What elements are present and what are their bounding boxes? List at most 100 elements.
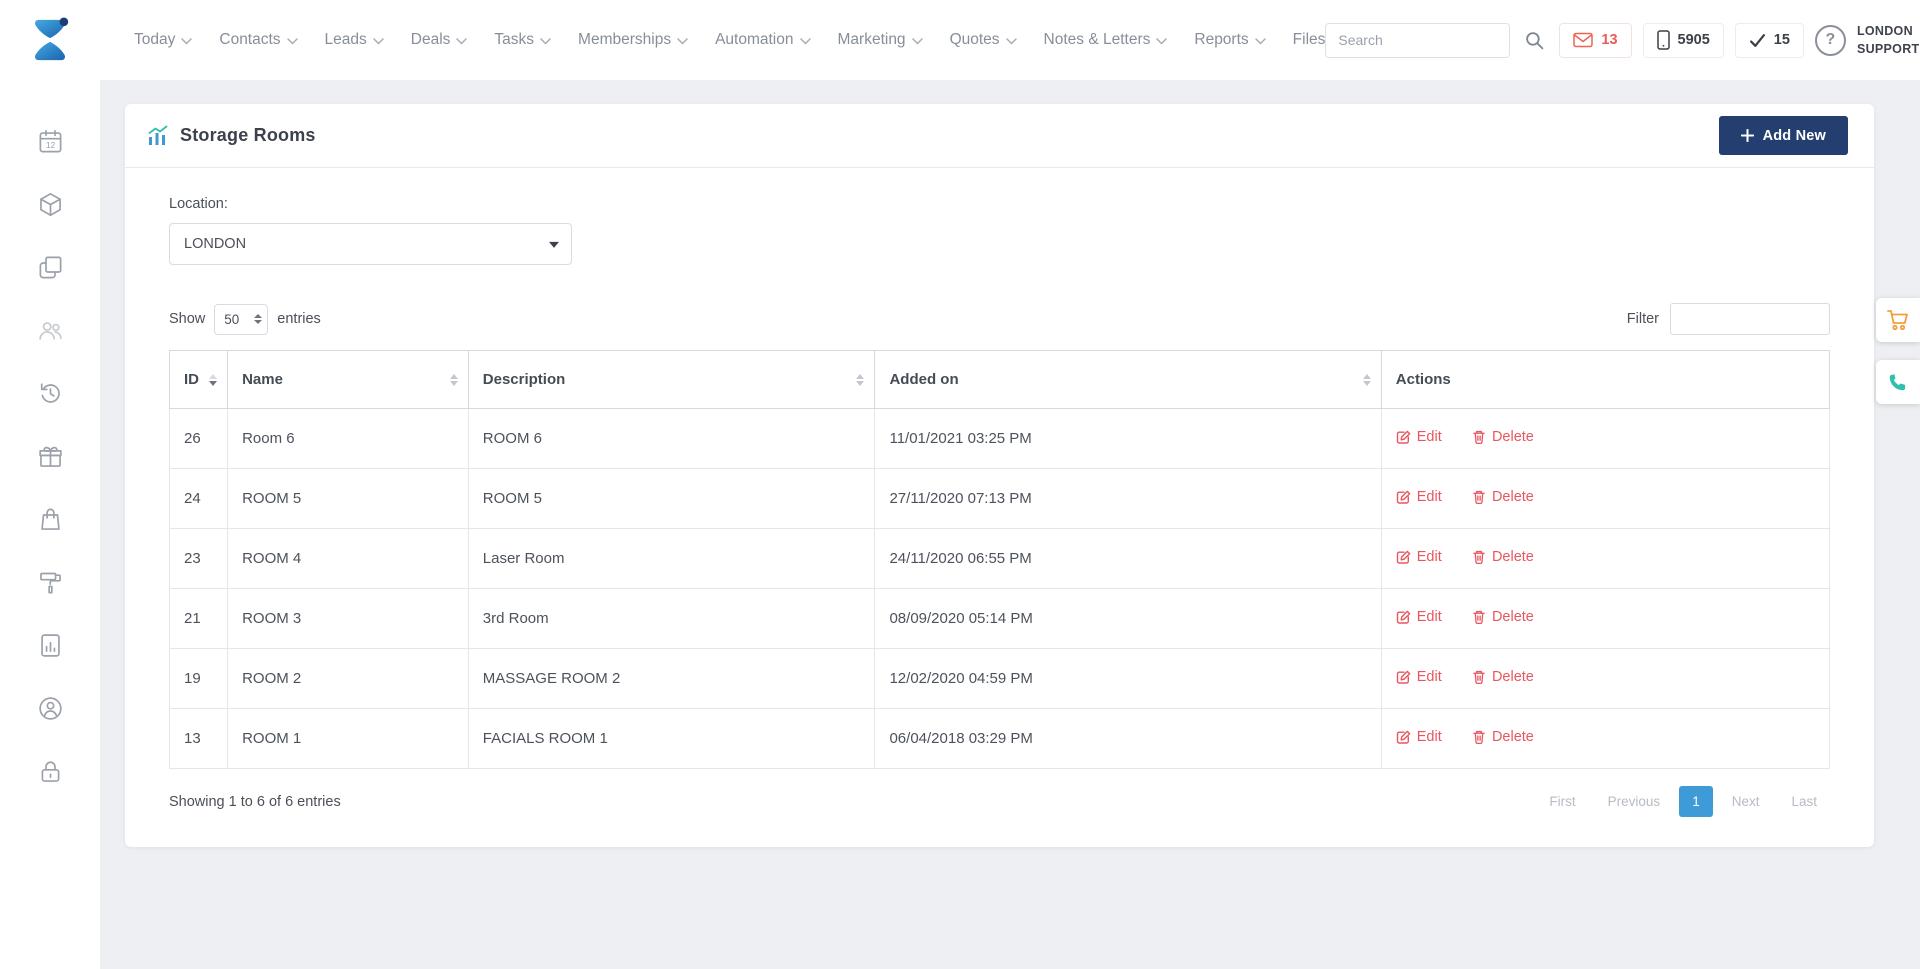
cell-id: 23 [170,529,228,589]
nav-item-label: Notes & Letters [1044,31,1151,49]
cart-icon [1886,308,1910,332]
delete-icon [1472,489,1486,505]
pagination-page-1[interactable]: 1 [1679,786,1713,817]
gift-icon[interactable] [37,443,64,470]
delete-link[interactable]: Delete [1472,549,1534,565]
cell-name: ROOM 3 [228,589,469,649]
copy-windows-icon[interactable] [37,254,64,281]
nav-item[interactable]: Today [134,31,192,49]
device-badge[interactable]: 5905 [1643,23,1724,58]
sort-icon [1363,374,1371,386]
chevron-down-icon [677,38,688,45]
chevron-down-icon [373,38,384,45]
edit-icon [1396,490,1411,505]
device-count: 5905 [1678,32,1710,48]
main-nav: Today Contacts Leads Deals Tasks Members… [134,31,1325,49]
cell-name: Room 6 [228,409,469,469]
chevron-down-icon [1156,38,1167,45]
nav-item[interactable]: Marketing [838,31,923,49]
delete-link[interactable]: Delete [1472,429,1534,445]
lock-icon[interactable] [37,758,64,785]
cart-widget[interactable] [1876,298,1920,342]
delete-link-label: Delete [1492,489,1534,505]
phone-icon [1887,371,1910,394]
report-icon[interactable] [37,632,64,659]
edit-link[interactable]: Edit [1396,489,1442,505]
delete-link[interactable]: Delete [1472,489,1534,505]
delete-link[interactable]: Delete [1472,669,1534,685]
logo-icon [27,15,73,65]
messages-count: 13 [1601,32,1617,48]
storage-rooms-card: Storage Rooms Add New Location: LONDON S… [125,104,1874,847]
storage-rooms-table: ID Name Description Added on [169,350,1830,769]
header-id[interactable]: ID [170,351,228,409]
search-button[interactable] [1521,27,1548,54]
location-select[interactable]: LONDON [169,223,572,265]
edit-link[interactable]: Edit [1396,609,1442,625]
edit-link[interactable]: Edit [1396,729,1442,745]
pagination-next[interactable]: Next [1719,786,1773,817]
shopping-bag-icon[interactable] [37,506,64,533]
filter-input[interactable] [1670,303,1830,335]
cell-added-on: 27/11/2020 07:13 PM [875,469,1381,529]
cell-added-on: 08/09/2020 05:14 PM [875,589,1381,649]
pagination-previous[interactable]: Previous [1595,786,1674,817]
nav-item[interactable]: Memberships [578,31,688,49]
cell-description: ROOM 6 [468,409,875,469]
nav-item[interactable]: Contacts [219,31,297,49]
calendar-icon[interactable]: 12 [37,128,64,155]
nav-item-label: Reports [1194,31,1248,49]
chevron-down-icon [912,38,923,45]
cell-name: ROOM 5 [228,469,469,529]
edit-link[interactable]: Edit [1396,429,1442,445]
add-new-button[interactable]: Add New [1719,116,1848,155]
edit-icon [1396,670,1411,685]
cell-actions: Edit Delete [1381,589,1829,649]
card-header: Storage Rooms Add New [125,104,1874,168]
nav-item[interactable]: Quotes [950,31,1017,49]
edit-link-label: Edit [1417,429,1442,445]
search-input[interactable] [1325,23,1510,58]
messages-badge[interactable]: 13 [1559,23,1631,58]
app-logo[interactable] [0,15,100,65]
table-controls: Show 50 entries Filter [169,303,1830,335]
nav-item[interactable]: Leads [325,31,384,49]
delete-link[interactable]: Delete [1472,609,1534,625]
delete-link-label: Delete [1492,549,1534,565]
tasks-badge[interactable]: 15 [1735,23,1804,58]
header-added-on[interactable]: Added on [875,351,1381,409]
nav-item[interactable]: Tasks [494,31,551,49]
nav-item[interactable]: Files [1293,31,1326,49]
edit-link-label: Edit [1417,669,1442,685]
show-label: Show [169,311,205,327]
nav-item-label: Files [1293,31,1326,49]
delete-link[interactable]: Delete [1472,729,1534,745]
add-new-label: Add New [1763,128,1826,144]
inventory-box-icon[interactable] [37,191,64,218]
nav-item[interactable]: Notes & Letters [1044,31,1168,49]
sort-icon [209,374,217,386]
help-icon[interactable]: ? [1815,25,1846,56]
nav-item[interactable]: Reports [1194,31,1265,49]
nav-item-label: Deals [411,31,451,49]
nav-item[interactable]: Deals [411,31,468,49]
cell-id: 19 [170,649,228,709]
edit-link[interactable]: Edit [1396,669,1442,685]
cell-added-on: 12/02/2020 04:59 PM [875,649,1381,709]
cell-actions: Edit Delete [1381,709,1829,769]
account-circle-icon[interactable] [37,695,64,722]
edit-link[interactable]: Edit [1396,549,1442,565]
header-name[interactable]: Name [228,351,469,409]
nav-item[interactable]: Automation [715,31,810,49]
pagination-first[interactable]: First [1536,786,1588,817]
show-entries-select[interactable]: 50 [214,304,268,335]
services-icon[interactable] [37,569,64,596]
pagination-last[interactable]: Last [1778,786,1830,817]
team-icon[interactable] [37,317,64,344]
history-icon[interactable] [37,380,64,407]
header-description[interactable]: Description [468,351,875,409]
call-widget[interactable] [1876,360,1920,404]
delete-icon [1472,429,1486,445]
chevron-down-icon [456,38,467,45]
delete-icon [1472,729,1486,745]
